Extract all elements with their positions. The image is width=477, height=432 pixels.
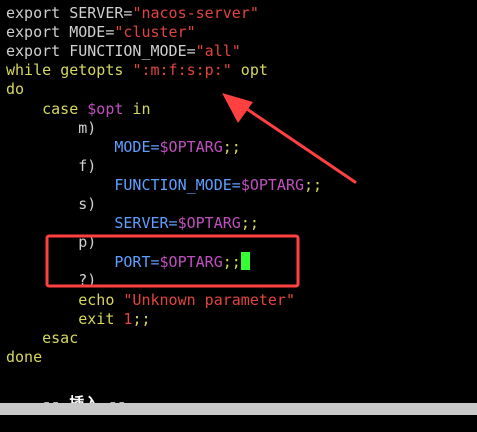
text-cursor <box>240 252 250 271</box>
code-line-8[interactable]: MODE=$OPTARG;; <box>6 137 241 157</box>
code-token: $OPTARG <box>159 137 223 156</box>
code-token: ;; <box>222 137 241 156</box>
code-token: getopts <box>60 61 133 80</box>
code-token: ;; <box>222 253 241 272</box>
code-line-5[interactable]: do <box>6 80 24 99</box>
code-token: opt <box>231 61 268 80</box>
code-line-9[interactable]: f) <box>6 157 96 176</box>
code-token: "nacos-server" <box>132 4 259 22</box>
code-token: SERVER= <box>6 214 178 233</box>
annotation-arrow-shaft <box>242 105 357 184</box>
code-token: do <box>6 80 25 99</box>
code-line-19[interactable]: done <box>6 348 42 367</box>
code-line-18[interactable]: esac <box>6 329 78 348</box>
code-line-1[interactable]: export SERVER="nacos-server" <box>6 4 259 23</box>
code-token: ?) <box>6 271 97 290</box>
code-token: esac <box>6 328 79 347</box>
code-token: $OPTARG <box>240 175 305 194</box>
annotation-arrowhead <box>222 93 253 123</box>
code-token: export <box>6 4 70 22</box>
code-token: "all" <box>195 42 241 61</box>
code-token: $OPTARG <box>159 253 223 272</box>
code-line-13[interactable]: p) <box>6 233 96 252</box>
code-token: $opt <box>87 99 124 118</box>
code-line-2[interactable]: export MODE="cluster" <box>6 23 196 42</box>
code-token: "Unknown parameter" <box>123 290 295 309</box>
code-token: FUNCTION_MODE= <box>6 175 241 194</box>
code-token: m) <box>6 118 97 137</box>
vim-terminal-window[interactable]: export SERVER="nacos-server" export MODE=… <box>0 0 477 415</box>
terminal-bottom-strip <box>0 403 477 415</box>
code-token: ":m:f:s:p:" <box>132 61 232 80</box>
code-token: f) <box>6 156 97 175</box>
code-token: "cluster" <box>114 23 196 42</box>
code-token: ;; <box>240 214 259 233</box>
code-line-11[interactable]: s) <box>6 195 96 214</box>
code-line-12[interactable]: SERVER=$OPTARG;; <box>6 214 259 233</box>
code-token: export <box>6 23 70 42</box>
code-token: s) <box>6 195 97 213</box>
code-token: exit <box>6 309 124 328</box>
code-line-17[interactable]: exit 1;; <box>6 309 151 329</box>
code-token: done <box>6 347 43 366</box>
code-token: while <box>6 61 61 80</box>
code-token: in <box>123 99 151 118</box>
code-token: MODE= <box>69 23 115 42</box>
code-token: SERVER= <box>69 4 133 22</box>
code-line-6[interactable]: case $opt in <box>6 99 151 119</box>
code-line-7[interactable]: m) <box>6 119 96 138</box>
code-line-15[interactable]: ?) <box>6 271 96 290</box>
code-line-16[interactable]: echo "Unknown parameter" <box>6 291 295 310</box>
code-token: case <box>6 99 88 118</box>
code-token: FUNCTION_MODE= <box>69 42 196 61</box>
code-line-14[interactable]: PORT=$OPTARG;; <box>6 252 250 271</box>
code-token: ;; <box>132 309 151 328</box>
code-token: MODE= <box>6 137 160 156</box>
code-token: $OPTARG <box>177 214 241 233</box>
code-token: PORT= <box>6 253 160 272</box>
code-token: p) <box>6 233 97 252</box>
vim-mode-status-line: -- 插入 -- <box>6 375 126 412</box>
code-token: echo <box>6 290 124 309</box>
code-line-4[interactable]: while getopts ":m:f:s:p:" opt <box>6 61 268 80</box>
code-token: ;; <box>304 175 323 194</box>
code-token: export <box>6 42 70 61</box>
code-line-10[interactable]: FUNCTION_MODE=$OPTARG;; <box>6 176 322 195</box>
code-line-3[interactable]: export FUNCTION_MODE="all" <box>6 42 241 61</box>
